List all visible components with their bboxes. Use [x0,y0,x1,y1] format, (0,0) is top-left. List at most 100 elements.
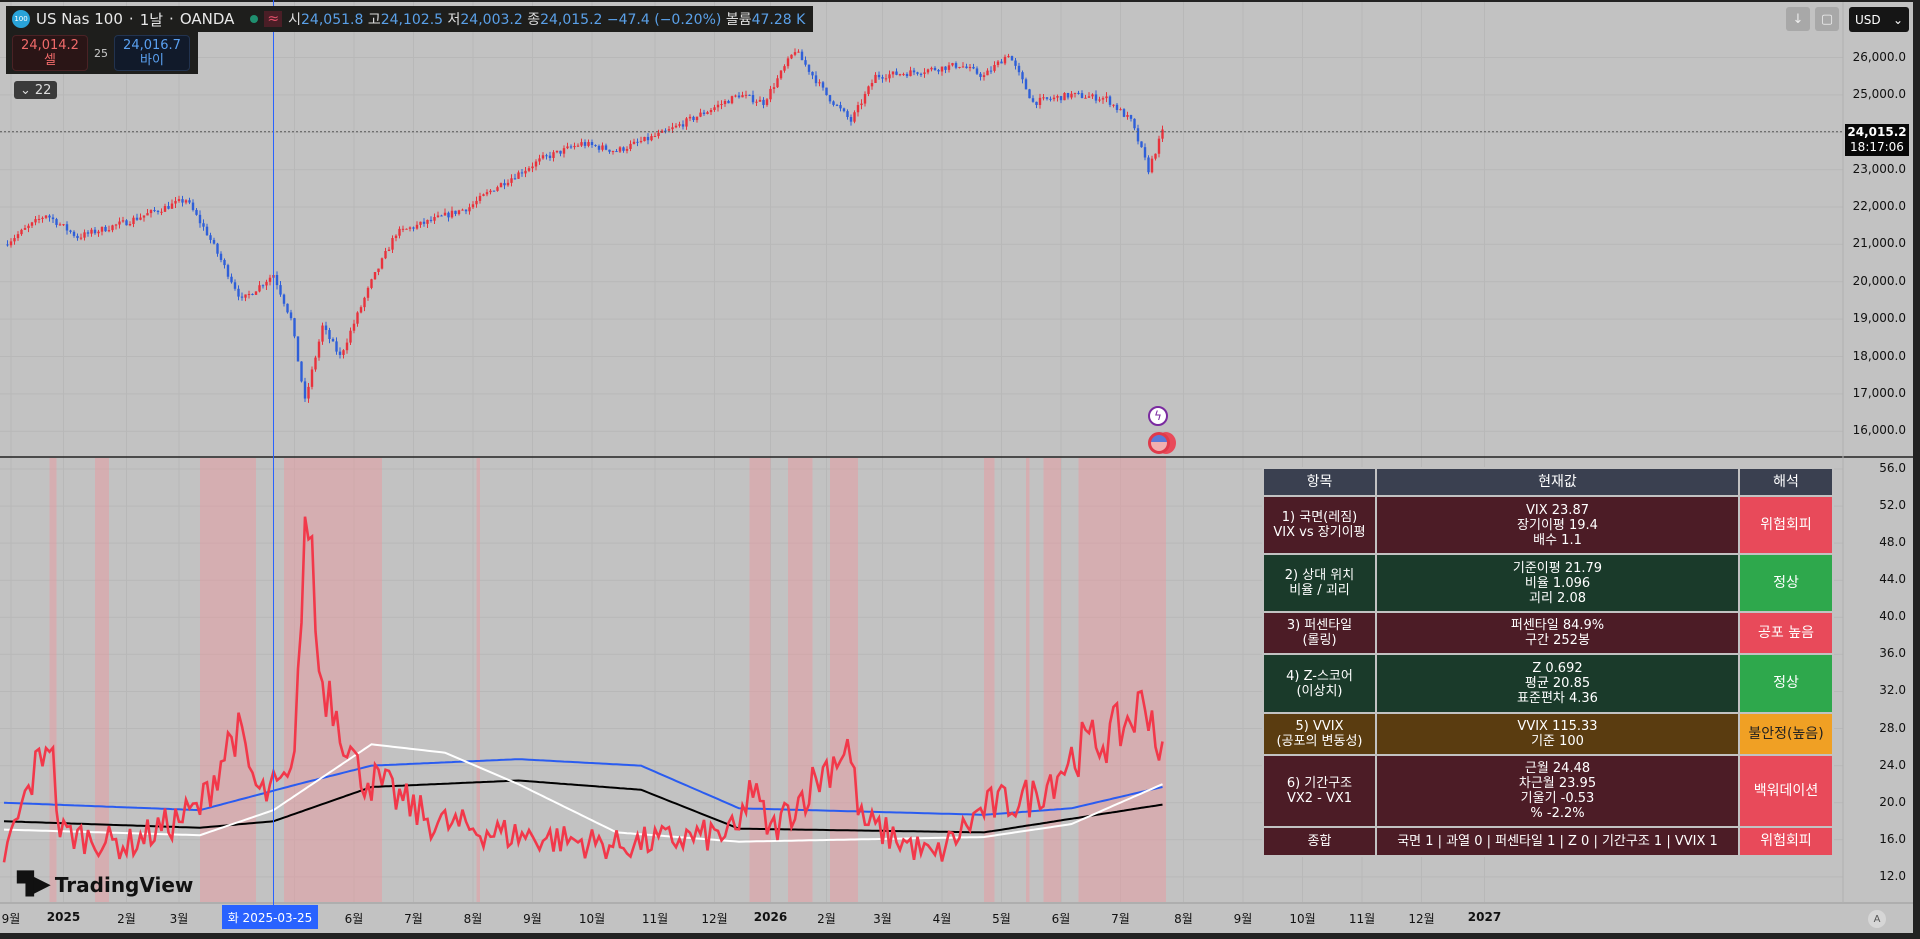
candle-body [237,288,240,297]
candle-body [258,285,261,292]
candle-body [1161,129,1164,139]
candle-body [716,104,720,108]
candle-body [1115,104,1119,110]
candle-body [786,58,790,67]
candle-body [468,207,471,212]
candle-body [737,95,741,98]
candle-body [818,82,821,84]
candle-body [219,253,223,260]
candle-body [464,209,468,212]
price-tick: 23,000.0 [1852,161,1906,176]
row-value-line: VIX 23.87 [1526,502,1589,518]
candle-body [48,215,51,218]
candle-body [741,95,744,98]
candle-body [86,232,90,234]
lightning-event-icon[interactable]: ϟ [1148,406,1168,426]
candle-body [314,357,317,370]
scroll-to-latest-button[interactable]: ↓ [1786,7,1810,31]
risk-region [1043,458,1061,902]
risk-region [1026,458,1030,902]
candle-body [723,101,727,105]
candle-body [447,212,450,218]
candle-body [461,209,464,211]
candle-body [979,73,982,77]
candle-body [240,296,244,298]
top-border [0,0,1920,2]
candle-body [611,151,615,153]
row-value-line: 평균 20.85 [1524,676,1591,691]
interval[interactable]: 1날 [140,9,163,30]
summary-row: 종합 국면 1 | 과열 0 | 퍼센타일 1 | Z 0 | 기간구조 1 |… [1262,826,1834,857]
candle-body [755,101,758,103]
candle-body [286,303,289,313]
candle-body [569,146,573,148]
candle-body [804,60,807,65]
auto-scale-button[interactable]: A [1868,910,1886,928]
row-value-line: 기준이평 21.79 [1512,560,1603,576]
row-status: 공포 높음 [1738,611,1834,655]
risk-region [49,458,57,902]
candle-body [503,183,506,186]
indicators-collapse-button[interactable]: ⌄ 22 [14,81,58,99]
candle-body [982,75,986,77]
low-label: 저 [447,12,461,28]
candle-body [492,190,496,192]
price-tick: 22,000.0 [1852,199,1906,214]
candle-body [1063,93,1066,101]
candle-body [202,223,205,227]
row-value-line: 표준편차 4.36 [1517,691,1598,706]
broker[interactable]: OANDA [180,10,235,28]
us-flag-event-icon[interactable] [1148,432,1170,454]
candle-body [72,231,76,236]
risk-region [749,458,771,902]
candle-body [566,146,569,149]
candle-body [41,217,44,219]
right-border [1913,0,1920,939]
chart-area[interactable]: 100 US Nas 100 · 1날 · OANDA ≈ 시24,051.8 고2… [0,0,1920,939]
time-tick: 9월 [1233,912,1253,926]
table-row: 1) 국면(레짐) VIX vs 장기이평 VIX 23.87 장기이평 19.4 배수… [1262,495,1834,555]
candle-body [426,219,429,224]
candle-body [601,145,604,150]
candle-body [888,74,891,79]
candle-body [944,66,947,70]
candle-body [597,145,601,150]
low-value: 24,003.2 [460,12,523,28]
crosshair-date-label: 화 2025-03-25 [222,905,318,929]
close-value: 24,015.2 [540,12,603,28]
candle-body [429,219,433,221]
time-tick: 11월 [641,912,669,926]
candle-body [433,217,436,221]
tradingview-logo[interactable]: ▜▶ TradingView [17,872,193,897]
time-tick: 7월 [404,912,423,926]
indicator-tick: 56.0 [1879,461,1906,475]
candle-body [160,211,163,213]
row-item-line: 3) 퍼센타일 [1286,618,1353,633]
symbol-name[interactable]: US Nas 100 [36,10,123,28]
table-header-row: 항목 현재값 해석 [1262,467,1834,497]
candle-body [856,105,860,113]
indicator-tick: 40.0 [1879,609,1906,624]
row-status: 백워데이션 [1738,754,1834,828]
candle-body [940,66,944,72]
high-label: 고 [367,12,381,28]
candle-body [345,342,349,351]
candle-body [734,95,737,97]
candle-body [653,136,657,138]
candle-body [625,148,629,151]
candle-body [419,221,422,225]
row-value: Z 0.692 평균 20.85 표준편차 4.36 [1375,653,1740,714]
price-tick: 16,000.0 [1852,423,1906,438]
candle-body [839,105,842,109]
currency-select[interactable]: USD ⌄ [1849,7,1909,32]
row-item: 5) VVIX (공포의 변동성) [1262,712,1377,756]
tradingview-logo-icon: ▜▶ [17,872,51,897]
sell-button[interactable]: 24,014.2 셀 [12,35,88,71]
candle-body [93,229,97,234]
candle-body [230,276,233,283]
candle-body [363,297,366,308]
fullscreen-button[interactable]: ▢ [1815,7,1839,31]
table-row: 6) 기간구조 VX2 - VX1 근월 24.48 차근월 23.95 기울기 -0.… [1262,754,1834,828]
candle-body [646,136,650,141]
buy-button[interactable]: 24,016.7 바이 [114,35,190,71]
